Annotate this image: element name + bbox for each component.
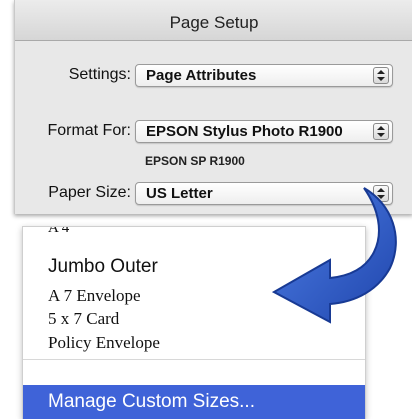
format-for-value: EPSON Stylus Photo R1900: [146, 123, 343, 140]
settings-popup[interactable]: Page Attributes: [135, 64, 393, 87]
menu-item-a7-envelope[interactable]: A 7 Envelope: [48, 286, 141, 306]
paper-size-label: Paper Size:: [48, 184, 131, 201]
dialog-title: Page Setup: [15, 0, 412, 41]
menu-item-5x7-card[interactable]: 5 x 7 Card: [48, 309, 119, 329]
settings-value: Page Attributes: [146, 67, 257, 84]
manage-custom-sizes-item[interactable]: Manage Custom Sizes...: [23, 385, 365, 419]
menu-item-a4[interactable]: A 4: [48, 227, 69, 237]
paper-size-value: US Letter: [146, 185, 213, 202]
printer-subtext: EPSON SP R1900: [145, 154, 245, 168]
menu-separator: [23, 359, 365, 360]
format-for-popup[interactable]: EPSON Stylus Photo R1900: [135, 120, 393, 143]
popup-stepper-icon: [373, 123, 389, 140]
popup-stepper-icon: [373, 67, 389, 84]
curved-arrow-icon: [272, 187, 397, 324]
menu-item-jumbo-outer[interactable]: Jumbo Outer: [48, 256, 158, 278]
page-setup-dialog: Page Setup Settings: Page Attributes For…: [14, 0, 412, 214]
menu-item-policy-envelope[interactable]: Policy Envelope: [48, 333, 160, 353]
format-for-label: Format For:: [47, 122, 131, 139]
settings-label: Settings:: [68, 66, 131, 83]
